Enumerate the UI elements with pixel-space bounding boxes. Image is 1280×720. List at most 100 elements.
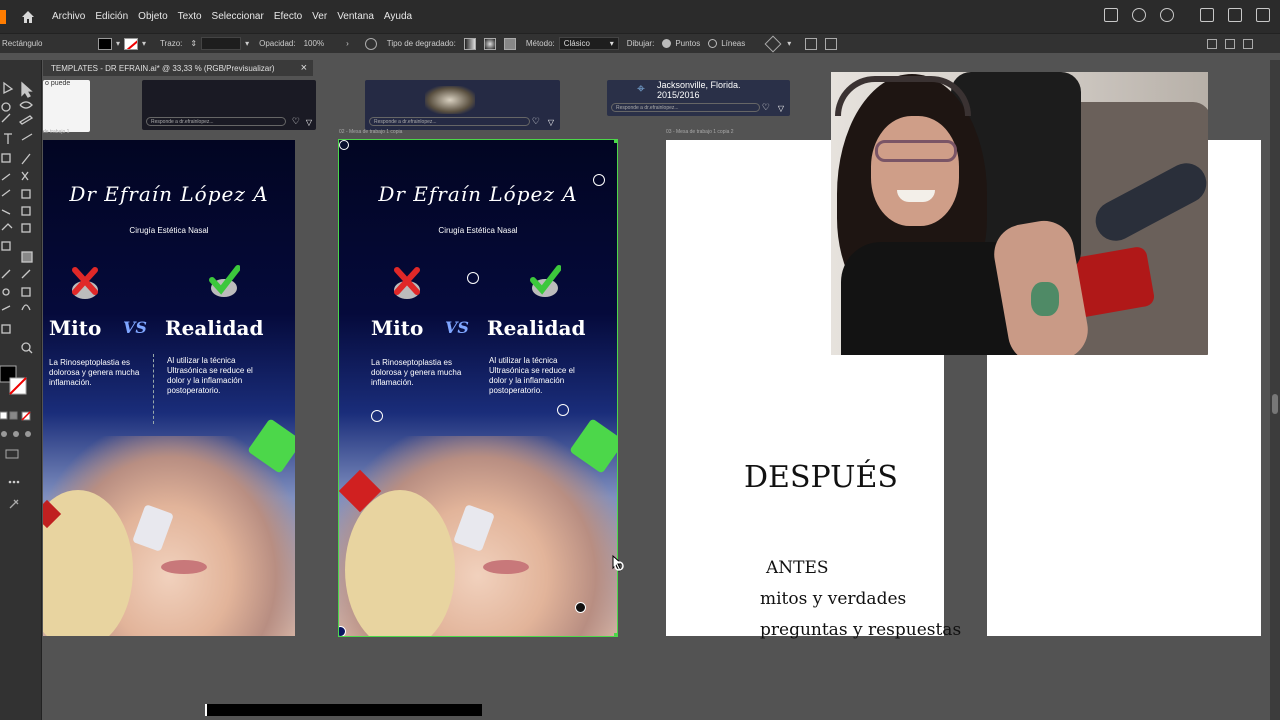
chevron-down-icon[interactable]: ▾ xyxy=(787,39,791,48)
home-button[interactable] xyxy=(18,7,38,27)
signature-logo: Dr Efraín López A xyxy=(378,182,578,206)
chevron-down-icon: ▾ xyxy=(116,39,121,48)
document-title: TEMPLATES - DR EFRAIN.ai* @ 33,33 % (RGB… xyxy=(51,63,275,73)
red-x-icon xyxy=(394,267,420,299)
thumbnail-text: o puede xyxy=(45,80,71,87)
send-icon: ▽ xyxy=(777,104,784,113)
menu-ayuda[interactable]: Ayuda xyxy=(384,11,412,22)
myth-text: La Rinoseptoplastia es dolorosa y genera… xyxy=(49,358,140,387)
cursor-icon xyxy=(612,554,624,572)
artboard-label-3[interactable]: 03 - Mesa de trabajo 1 copia 2 xyxy=(666,129,734,135)
vs-text: VS xyxy=(123,318,147,337)
menu-objeto[interactable]: Objeto xyxy=(138,11,167,22)
mitos-text: mitos y verdades xyxy=(760,589,907,609)
menu-efecto[interactable]: Efecto xyxy=(274,11,302,22)
selection-corner[interactable] xyxy=(614,633,617,636)
heart-icon: ♡ xyxy=(761,102,770,112)
gradient-handle[interactable] xyxy=(467,272,479,284)
window-close-icon[interactable] xyxy=(1256,8,1270,22)
close-icon[interactable]: × xyxy=(301,62,307,74)
search-icon[interactable] xyxy=(1160,8,1174,22)
transform-icon[interactable] xyxy=(805,37,818,50)
chevron-right-icon[interactable]: › xyxy=(346,39,349,48)
recolor-icon[interactable] xyxy=(364,37,377,50)
fill-swatch-group[interactable]: ▾ ▾ xyxy=(98,37,146,50)
opacity-field[interactable]: 100% › xyxy=(304,39,349,48)
menu-ver[interactable]: Ver xyxy=(312,11,327,22)
crop-icon[interactable] xyxy=(825,37,838,50)
stepper-icon[interactable]: ⇕ xyxy=(190,39,197,48)
thumbnail-reply-bar: Responde a dr.efrainlopez... xyxy=(146,117,286,126)
opacity-value[interactable]: 100% xyxy=(304,39,324,48)
lips xyxy=(483,560,529,574)
workspace-icon[interactable] xyxy=(1200,8,1214,22)
discover-icon[interactable] xyxy=(1132,8,1146,22)
gradient-handle[interactable] xyxy=(575,602,586,613)
artboard-label-1[interactable]: de trabajo 1 xyxy=(43,129,69,135)
artboard-label-2[interactable]: 02 - Mesa de trabajo 1 copia xyxy=(339,129,402,135)
gradient-handle[interactable] xyxy=(593,174,605,186)
poster-subtitle: Cirugía Estética Nasal xyxy=(129,226,209,235)
tool-name: Rectángulo xyxy=(2,39,43,48)
webcam-smile xyxy=(897,190,935,202)
menu-texto[interactable]: Texto xyxy=(178,11,202,22)
draw-lines-option[interactable]: Líneas xyxy=(708,39,745,48)
stroke-weight-field[interactable]: ⇕ ▾ xyxy=(190,37,249,50)
control-bar: Rectángulo ▾ ▾ Trazo: ⇕ ▾ Opacidad: 100% ›… xyxy=(0,33,1280,53)
stroke-swatch[interactable] xyxy=(124,37,139,50)
home-icon xyxy=(22,10,34,23)
main-menu: Archivo Edición Objeto Texto Seleccionar… xyxy=(52,11,412,22)
chevron-down-icon: ▾ xyxy=(245,39,250,48)
gradient-handle[interactable] xyxy=(557,404,569,416)
tools-panel xyxy=(0,60,42,720)
method-label: Método: xyxy=(525,39,555,48)
thumbnail-4: ⌖ Jacksonville, Florida. 2015/2016 Respo… xyxy=(607,80,790,116)
draw-points-option[interactable]: Puntos xyxy=(662,39,700,48)
artboard-poster-2[interactable]: Dr Efraín López A Cirugía Estética Nasal… xyxy=(338,139,618,637)
realidad-heading: Realidad xyxy=(487,316,586,340)
divider xyxy=(153,354,154,424)
gradient-linear-icon[interactable] xyxy=(463,37,476,50)
menu-archivo[interactable]: Archivo xyxy=(52,11,85,22)
poster-subtitle: Cirugía Estética Nasal xyxy=(438,226,518,235)
gradient-handle[interactable] xyxy=(339,140,349,150)
myth-text: La Rinoseptoplastia es dolorosa y genera… xyxy=(371,358,462,387)
share-icon[interactable] xyxy=(1104,8,1118,22)
selection-corner[interactable] xyxy=(614,140,617,143)
webcam-glasses xyxy=(875,140,957,162)
reality-text: Al utilizar la técnica Ultrasónica se re… xyxy=(167,356,253,395)
menu-seleccionar[interactable]: Seleccionar xyxy=(212,11,264,22)
menu-bar: Archivo Edición Objeto Texto Seleccionar… xyxy=(0,0,1280,33)
bottom-scrollbar[interactable] xyxy=(205,704,482,716)
reality-text: Al utilizar la técnica Ultrasónica se re… xyxy=(489,356,575,395)
thumbnail-2: Responde a dr.efrainlopez... ♡ ▽ xyxy=(142,80,316,130)
more-options-icon[interactable] xyxy=(1243,38,1254,49)
gradient-handle[interactable] xyxy=(339,626,346,636)
gradient-tool-icon[interactable] xyxy=(764,35,782,52)
menu-edicion[interactable]: Edición xyxy=(95,11,128,22)
arrange-icon[interactable] xyxy=(1207,38,1218,49)
tools-icons xyxy=(0,81,34,509)
artboard-poster-1[interactable]: Dr Efraín López A Cirugía Estética Nasal… xyxy=(43,140,295,636)
gradient-radial-icon[interactable] xyxy=(483,37,496,50)
gradient-handle[interactable] xyxy=(371,410,383,422)
radio-off-icon[interactable] xyxy=(708,39,718,48)
document-tab[interactable]: TEMPLATES - DR EFRAIN.ai* @ 33,33 % (RGB… xyxy=(43,60,313,76)
gradient-freeform-icon[interactable] xyxy=(503,37,516,50)
thumbnail-3: Responde a dr.efrainlopez... ♡ ▽ xyxy=(365,80,560,130)
method-select[interactable]: Clásico ▾ xyxy=(558,37,619,50)
stroke-input[interactable] xyxy=(201,37,242,50)
menu-ventana[interactable]: Ventana xyxy=(337,11,374,22)
align-icon[interactable] xyxy=(1225,38,1236,49)
hair-shape xyxy=(345,490,455,636)
vertical-scrollbar[interactable] xyxy=(1270,60,1280,720)
signature-logo: Dr Efraín López A xyxy=(69,182,269,206)
mito-heading: Mito xyxy=(49,316,102,340)
mito-heading: Mito xyxy=(371,316,424,340)
window-restore-icon[interactable] xyxy=(1228,8,1242,22)
radio-on-icon[interactable] xyxy=(662,39,672,48)
method-value: Clásico xyxy=(563,39,590,48)
scroll-thumb[interactable] xyxy=(1272,394,1278,414)
draw-points-label: Puntos xyxy=(675,39,701,48)
fill-swatch[interactable] xyxy=(98,37,112,50)
